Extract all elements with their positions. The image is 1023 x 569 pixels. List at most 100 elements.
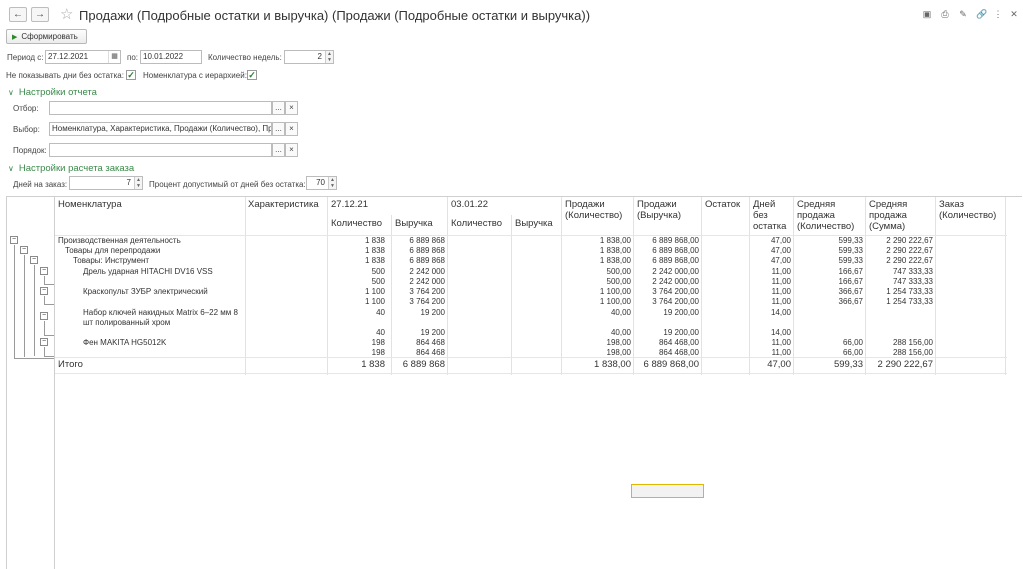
table-cell[interactable]: 19 200,00 <box>633 308 699 317</box>
col-header-days-no-stock[interactable]: Дней без остатка <box>753 199 791 232</box>
close-icon[interactable]: ✕ <box>1009 9 1019 19</box>
table-cell[interactable]: 66,00 <box>793 338 863 347</box>
table-cell[interactable]: 11,00 <box>749 338 791 347</box>
table-cell[interactable]: 500 <box>327 277 385 286</box>
table-cell[interactable]: 14,00 <box>749 328 791 337</box>
preview-icon[interactable]: ✎ <box>958 9 968 19</box>
table-cell[interactable]: 1 254 733,33 <box>865 287 933 296</box>
table-cell[interactable]: 1 838 <box>327 236 385 245</box>
favorite-star-icon[interactable]: ☆ <box>60 5 73 23</box>
hide-days-checkbox[interactable]: ✓ <box>126 70 136 80</box>
table-cell[interactable]: 6 889 868 <box>391 246 445 255</box>
col-header-nomenclature[interactable]: Номенклатура <box>58 199 122 210</box>
table-cell[interactable]: 6 889 868 <box>391 256 445 265</box>
table-cell[interactable]: 19 200,00 <box>633 328 699 337</box>
col-header-avg-sum[interactable]: Средняя продажа (Сумма) <box>869 199 933 232</box>
table-cell[interactable]: 1 100 <box>327 297 385 306</box>
table-cell[interactable]: 198,00 <box>561 338 631 347</box>
col-header-qty2[interactable]: Количество <box>451 218 502 229</box>
total-cell[interactable]: 599,33 <box>793 359 863 370</box>
total-cell[interactable]: 6 889 868 <box>391 359 445 370</box>
order-field[interactable] <box>49 143 272 157</box>
table-cell[interactable]: 40,00 <box>561 328 631 337</box>
period-to-field[interactable]: 10.01.2022 <box>140 50 202 64</box>
table-cell[interactable]: 1 100,00 <box>561 287 631 296</box>
table-row-name[interactable]: Товары: Инструмент <box>73 256 149 265</box>
filter-clear-button[interactable]: × <box>285 101 298 115</box>
table-cell[interactable]: 3 764 200 <box>391 287 445 296</box>
table-cell[interactable]: 3 764 200 <box>391 297 445 306</box>
table-row-name[interactable]: Товары для перепродажи <box>65 246 160 255</box>
selected-cell[interactable] <box>631 484 704 498</box>
print-icon[interactable]: ⎙ <box>940 9 950 19</box>
table-cell[interactable]: 599,33 <box>793 256 863 265</box>
col-header-qty1[interactable]: Количество <box>331 218 382 229</box>
collapse-group-icon[interactable]: − <box>40 267 48 275</box>
table-cell[interactable]: 599,33 <box>793 246 863 255</box>
col-header-characteristic[interactable]: Характеристика <box>248 199 319 210</box>
total-row-label[interactable]: Итого <box>58 359 83 370</box>
select-field[interactable]: Номенклатура, Характеристика, Продажи (К… <box>49 122 272 136</box>
weeks-field[interactable]: 2 ▲ ▼ <box>284 50 334 64</box>
generate-report-button[interactable]: ▶ Сформировать <box>6 29 87 44</box>
table-cell[interactable]: 166,67 <box>793 267 863 276</box>
forward-button[interactable]: → <box>31 7 49 22</box>
table-cell[interactable]: 11,00 <box>749 277 791 286</box>
table-cell[interactable]: 864 468,00 <box>633 348 699 357</box>
table-cell[interactable]: 40 <box>327 308 385 317</box>
table-cell[interactable]: 288 156,00 <box>865 348 933 357</box>
table-cell[interactable]: 864 468 <box>391 348 445 357</box>
percent-spinner[interactable]: ▲ ▼ <box>328 177 336 189</box>
table-cell[interactable]: 14,00 <box>749 308 791 317</box>
table-cell[interactable]: 3 764 200,00 <box>633 287 699 296</box>
table-cell[interactable]: 40,00 <box>561 308 631 317</box>
table-cell[interactable]: 500,00 <box>561 267 631 276</box>
table-cell[interactable]: 1 254 733,33 <box>865 297 933 306</box>
table-row-name[interactable]: Фен MAKITA HG5012K <box>83 338 166 347</box>
collapse-group-icon[interactable]: − <box>30 256 38 264</box>
select-choose-button[interactable]: ... <box>272 122 285 136</box>
col-header-stock[interactable]: Остаток <box>705 199 740 210</box>
table-cell[interactable]: 1 838 <box>327 246 385 255</box>
table-cell[interactable]: 2 242 000 <box>391 277 445 286</box>
table-cell[interactable]: 11,00 <box>749 267 791 276</box>
table-cell[interactable]: 747 333,33 <box>865 267 933 276</box>
table-cell[interactable]: 288 156,00 <box>865 338 933 347</box>
col-header-rev1[interactable]: Выручка <box>395 218 433 229</box>
col-header-date1[interactable]: 27.12.21 <box>331 199 368 210</box>
table-cell[interactable]: 6 889 868,00 <box>633 256 699 265</box>
table-cell[interactable]: 66,00 <box>793 348 863 357</box>
link-icon[interactable]: 🔗 <box>976 9 987 19</box>
collapse-group-icon[interactable]: − <box>40 287 48 295</box>
table-cell[interactable]: 2 242 000,00 <box>633 267 699 276</box>
period-from-field[interactable]: 27.12.2021 ▦ <box>45 50 121 64</box>
col-header-date2[interactable]: 03.01.22 <box>451 199 488 210</box>
table-cell[interactable]: 198,00 <box>561 348 631 357</box>
table-row-name[interactable]: Производственная деятельность <box>58 236 181 245</box>
table-cell[interactable]: 1 838,00 <box>561 236 631 245</box>
table-cell[interactable]: 47,00 <box>749 256 791 265</box>
report-spreadsheet[interactable]: − − − − − − − Номенклатура Характеристик… <box>6 196 1022 569</box>
col-header-sales-rev[interactable]: Продажи (Выручка) <box>637 199 699 221</box>
days-spinner[interactable]: ▲ ▼ <box>134 177 142 189</box>
order-select-button[interactable]: ... <box>272 143 285 157</box>
total-cell[interactable]: 1 838,00 <box>561 359 631 370</box>
table-cell[interactable]: 747 333,33 <box>865 277 933 286</box>
table-cell[interactable]: 500,00 <box>561 277 631 286</box>
hierarchy-checkbox[interactable]: ✓ <box>247 70 257 80</box>
table-cell[interactable]: 864 468,00 <box>633 338 699 347</box>
select-clear-button[interactable]: × <box>285 122 298 136</box>
table-cell[interactable]: 47,00 <box>749 236 791 245</box>
filter-select-button[interactable]: ... <box>272 101 285 115</box>
order-settings-section[interactable]: ∨ Настройки расчета заказа <box>8 163 134 174</box>
total-cell[interactable]: 6 889 868,00 <box>633 359 699 370</box>
table-cell[interactable]: 6 889 868,00 <box>633 236 699 245</box>
table-cell[interactable]: 40 <box>327 328 385 337</box>
table-cell[interactable]: 864 468 <box>391 338 445 347</box>
more-icon[interactable]: ⋮ <box>993 9 1003 19</box>
collapse-group-icon[interactable]: − <box>40 312 48 320</box>
collapse-group-icon[interactable]: − <box>10 236 18 244</box>
order-clear-button[interactable]: × <box>285 143 298 157</box>
table-cell[interactable]: 6 889 868,00 <box>633 246 699 255</box>
table-cell[interactable]: 198 <box>327 338 385 347</box>
